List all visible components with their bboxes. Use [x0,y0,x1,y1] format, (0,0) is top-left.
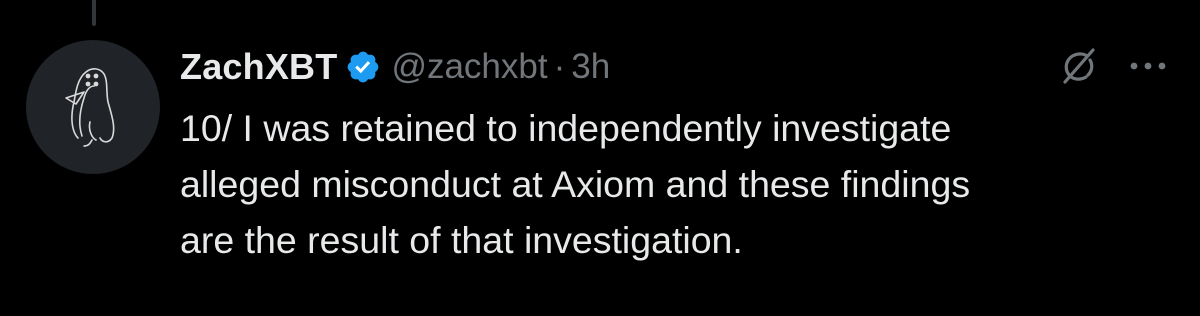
display-name[interactable]: ZachXBT [180,46,337,88]
grok-icon[interactable] [1057,44,1101,88]
avatar-penguin-icon [65,68,115,147]
user-handle[interactable]: @zachxbt [391,47,547,87]
tweet-text-line-1: 10/ I was retained to independently inve… [180,107,952,149]
verified-badge-icon[interactable] [345,49,381,85]
tweet-text-line-2: alleged misconduct at Axiom and these fi… [180,163,971,205]
separator-dot: · [553,47,566,86]
post-timestamp[interactable]: 3h [571,47,610,87]
more-options-icon[interactable] [1126,52,1170,80]
tweet-text-line-3: are the result of that investigation. [180,219,743,261]
avatar[interactable] [26,40,160,174]
tweet-body: 10/ I was retained to independently inve… [180,100,1180,268]
tweet-header: ZachXBT @zachxbt · 3h [180,40,610,94]
thread-connector-line [92,0,96,26]
